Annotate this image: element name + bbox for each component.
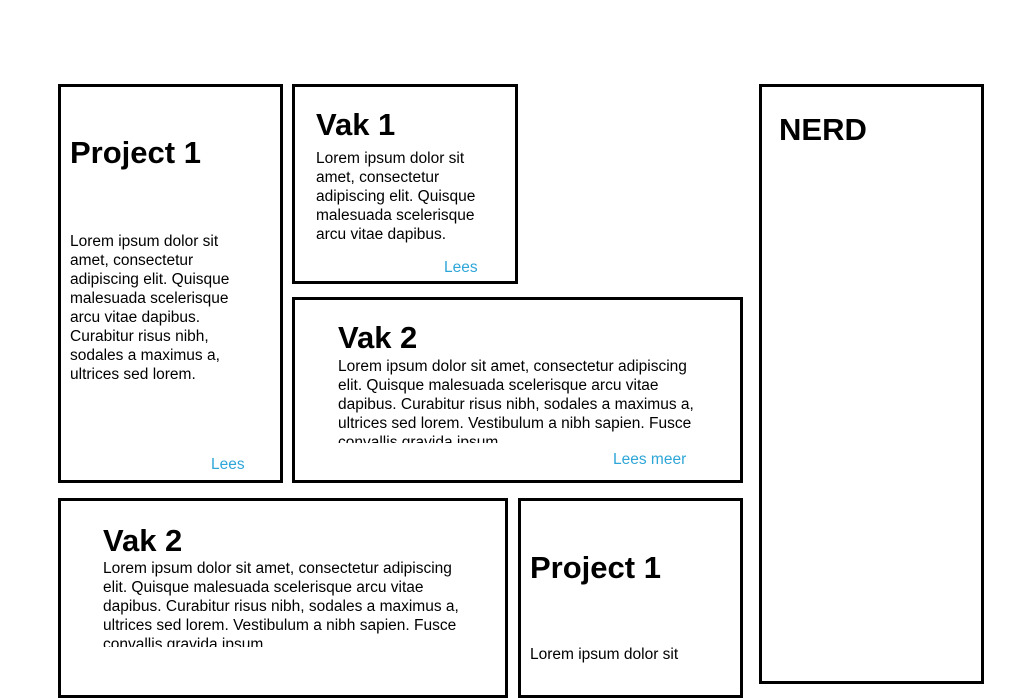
project-bottom-card[interactable]: Project 1 Lorem ipsum dolor sit: [518, 498, 743, 698]
project-bottom-card-text: Lorem ipsum dolor sit: [530, 646, 679, 663]
project-card-title: Project 1: [70, 135, 201, 170]
nerd-card[interactable]: NERD: [759, 84, 984, 684]
nerd-card-title: NERD: [779, 112, 867, 147]
project-bottom-card-title: Project 1: [530, 550, 661, 585]
vak2-card-read-more-link[interactable]: Lees meer: [613, 451, 686, 469]
vak2-bottom-card[interactable]: Vak 2 Lorem ipsum dolor sit amet, consec…: [58, 498, 508, 698]
project-card[interactable]: Project 1 Lorem ipsum dolor sit amet, co…: [58, 84, 283, 483]
vak1-card-title: Vak 1: [316, 107, 396, 142]
vak1-card-text: Lorem ipsum dolor sit amet, consectetur …: [316, 150, 476, 243]
vak2-card-text: Lorem ipsum dolor sit amet, consectetur …: [338, 358, 694, 443]
vak2-card-title: Vak 2: [338, 320, 418, 355]
project-card-read-link[interactable]: Lees: [211, 456, 245, 474]
vak1-card[interactable]: Vak 1 Lorem ipsum dolor sit amet, consec…: [292, 84, 518, 284]
project-card-text: Lorem ipsum dolor sit amet, consectetur …: [70, 233, 230, 383]
page: { "project_card": { "title": "Project 1"…: [0, 0, 1024, 698]
vak2-bottom-card-text: Lorem ipsum dolor sit amet, consectetur …: [103, 560, 459, 647]
vak2-bottom-card-title: Vak 2: [103, 523, 183, 558]
vak2-card[interactable]: Vak 2 Lorem ipsum dolor sit amet, consec…: [292, 297, 743, 483]
vak1-card-read-link[interactable]: Lees: [444, 259, 478, 277]
